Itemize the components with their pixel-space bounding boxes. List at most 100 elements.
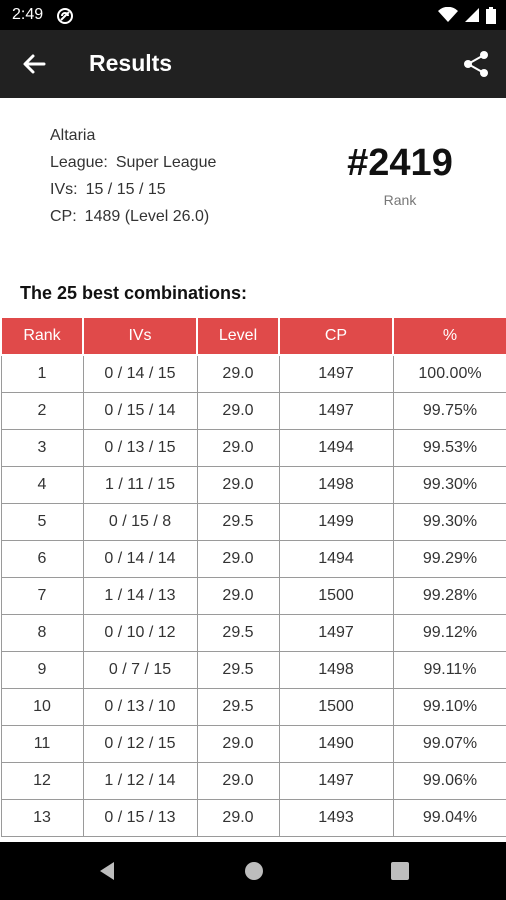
table-cell: 11 [0,725,84,763]
table-cell: 6 [0,540,84,578]
table-cell: 7 [0,577,84,615]
table-cell: 1493 [278,799,394,837]
column-header-cp: CP [278,316,394,356]
table-cell: 29.0 [196,392,280,430]
results-table-container[interactable]: Rank IVs Level CP % 10 / 14 / 15 29.0 1497… [0,316,506,842]
summary-block: Altaria League: Super League IVs: 15 / 15 … [50,122,216,230]
table-cell: 29.0 [196,762,280,800]
table-cell: 0 / 15 / 8 [82,503,198,541]
navigation-bar [0,842,506,900]
table-cell: 1499 [278,503,394,541]
battery-icon [486,6,496,24]
table-cell: 29.5 [196,614,280,652]
table-cell: 1497 [278,762,394,800]
table-cell: 1497 [278,392,394,430]
table-cell: 1500 [278,577,394,615]
table-cell: 3 [0,429,84,467]
table-row: 60 / 14 / 14 29.0 1494 99.29% [0,540,506,578]
table-cell: 29.0 [196,354,280,393]
table-cell: 9 [0,651,84,689]
table-cell: 0 / 14 / 14 [82,540,198,578]
ivs-row: IVs: 15 / 15 / 15 [50,176,216,203]
table-cell: 99.53% [392,429,506,467]
status-icons [438,6,496,24]
table-cell: 1 [0,354,84,393]
table-row: 11 0 / 12 / 15 29.0 1490 99.07% [0,725,506,763]
table-cell: 1498 [278,466,394,504]
table-cell: 4 [0,466,84,504]
cp-label: CP: [50,208,77,225]
table-cell: 0 / 7 / 15 [82,651,198,689]
notification-icon [57,8,73,24]
cp-value: 1489 (Level 26.0) [84,208,210,225]
rank-value: #2419 [347,142,453,184]
back-arrow-icon[interactable] [18,48,50,80]
table-cell: 5 [0,503,84,541]
nav-back-icon[interactable] [96,860,118,882]
table-cell: 29.5 [196,503,280,541]
nav-recents-icon[interactable] [389,860,411,882]
signal-icon [465,8,479,22]
table-cell: 99.06% [392,762,506,800]
status-time: 2:49 [12,6,44,23]
table-cell: 12 [0,762,84,800]
table-cell: 1500 [278,688,394,726]
rank-caption: Rank [383,192,417,208]
table-cell: 29.0 [196,540,280,578]
table-cell: 100.00% [392,354,506,393]
table-row: 13 0 / 15 / 13 29.0 1493 99.04% [0,799,506,837]
table-cell: 1 / 12 / 14 [82,762,198,800]
table-cell: 0 / 14 / 15 [82,354,198,393]
table-cell: 99.30% [392,503,506,541]
page-title: Results [89,50,173,76]
table-cell: 1 / 11 / 15 [82,466,198,504]
table-body: 10 / 14 / 15 29.0 1497 100.00% 2 0 / 15 / 14 2… [0,354,506,837]
table-cell: 2 [0,392,84,430]
league-value: Super League [115,154,217,171]
table-cell: 99.28% [392,577,506,615]
table-cell: 29.0 [196,577,280,615]
section-title: The 25 best combinations: [20,283,248,303]
table-cell: 29.0 [196,466,280,504]
column-header-level: Level [196,316,280,356]
table-cell: 0 / 13 / 15 [82,429,198,467]
table-cell: 0 / 13 / 10 [82,688,198,726]
column-header-rank: Rank [0,316,84,356]
table-cell: 99.75% [392,392,506,430]
table-cell: 0 / 15 / 13 [82,799,198,837]
ivs-value: 15 / 15 / 15 [85,181,166,198]
table-cell: 99.29% [392,540,506,578]
column-header-percent: % [392,316,506,356]
wifi-icon [438,7,458,22]
table-cell: 10 [0,688,84,726]
league-row: League: Super League [50,149,216,176]
table-cell: 99.30% [392,466,506,504]
share-icon[interactable] [460,48,492,80]
table-cell: 1494 [278,540,394,578]
table-cell: 8 [0,614,84,652]
table-cell: 29.5 [196,688,280,726]
table-cell: 99.04% [392,799,506,837]
table-row: 30 / 13 / 15 29.0 1494 99.53% [0,429,506,467]
table-row: 10 0 / 13 / 10 29.5 1500 99.10% [0,688,506,726]
table-header-row: Rank IVs Level CP % [0,316,506,356]
table-cell: 1498 [278,651,394,689]
table-cell: 1497 [278,354,394,393]
table-cell: 99.12% [392,614,506,652]
status-bar: 2:49 [0,0,506,30]
table-row: 10 / 14 / 15 29.0 1497 100.00% [0,354,506,393]
league-label: League: [50,154,108,171]
table-row: 80 / 10 / 12 29.5 1497 99.12% [0,614,506,652]
table-cell: 29.0 [196,799,280,837]
table-cell: 13 [0,799,84,837]
table-cell: 29.0 [196,429,280,467]
pokemon-name: Altaria [50,127,96,144]
table-row: 20 / 15 / 14 29.0 1497 99.75% [0,392,506,430]
table-cell: 1497 [278,614,394,652]
nav-home-icon[interactable] [243,860,265,882]
table-cell: 0 / 15 / 14 [82,392,198,430]
table-cell: 0 / 12 / 15 [82,725,198,763]
table-cell: 99.10% [392,688,506,726]
table-cell: 1490 [278,725,394,763]
table-cell: 99.11% [392,651,506,689]
